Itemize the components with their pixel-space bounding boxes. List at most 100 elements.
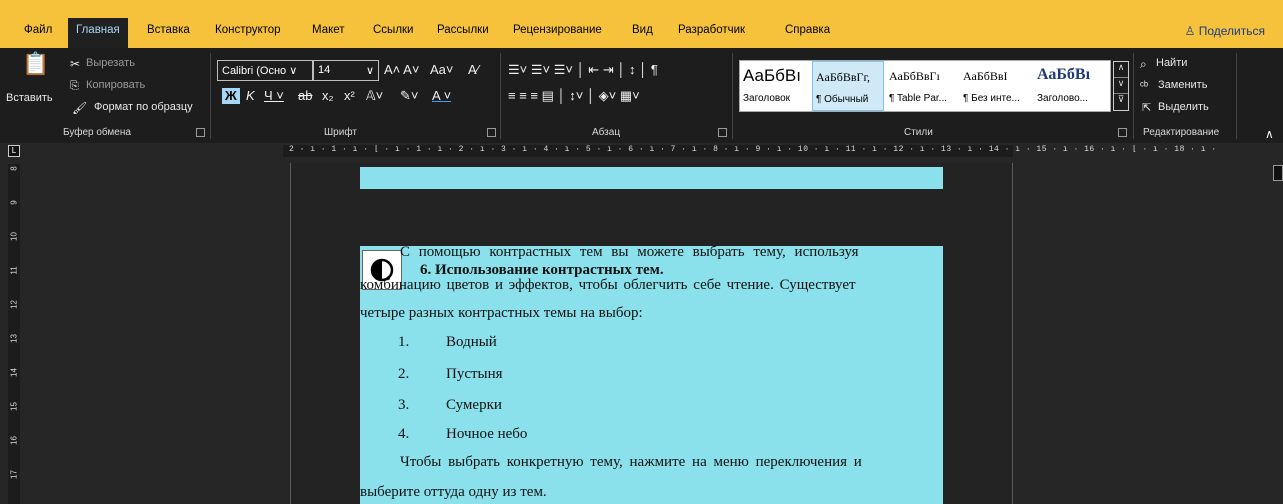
tab-references[interactable]: Ссылки xyxy=(373,24,414,36)
paragraph-line[interactable]: С помощью контрастных тем вы можете выбр… xyxy=(360,244,943,261)
ruler-number: 13 xyxy=(9,334,19,343)
ruler-number: 8 xyxy=(9,166,19,171)
ribbon-tabs: Файл Главная Вставка Конструктор Макет С… xyxy=(0,10,1283,48)
tab-selector-icon[interactable]: L xyxy=(8,145,20,157)
styles-gallery: АаБбВı Заголовок АаБбВвГг, ¶ Обычный АаБ… xyxy=(739,60,1111,112)
paragraph-group-label: Абзац xyxy=(592,127,621,138)
style-normal[interactable]: АаБбВвГг, ¶ Обычный xyxy=(812,61,884,111)
style-name: ¶ Table Par... xyxy=(889,93,947,104)
chevron-down-icon: ∨ xyxy=(289,65,298,77)
tab-home[interactable]: Главная xyxy=(68,18,128,48)
chevron-up-icon[interactable]: ∧ xyxy=(1114,62,1128,78)
paste-icon[interactable]: 📋 xyxy=(22,53,49,75)
chevron-down-icon: ∨ xyxy=(365,65,374,77)
paragraph-line[interactable]: выберите оттуда одну из тем. xyxy=(360,484,943,501)
clipboard-launcher-icon[interactable] xyxy=(196,128,205,137)
paragraph-line[interactable]: Чтобы выбрать конкретную тему, нажмите н… xyxy=(360,454,943,471)
style-heading-2[interactable]: АаБбВı Заголово... xyxy=(1034,61,1110,111)
tab-help[interactable]: Справка xyxy=(785,24,830,36)
cut-button[interactable]: Вырезать xyxy=(86,57,135,69)
strikethrough-icon[interactable]: ab xyxy=(298,88,312,104)
style-preview: АаБбВı xyxy=(1037,66,1091,83)
tab-layout[interactable]: Макет xyxy=(312,24,345,36)
clear-formatting-icon[interactable]: A⁄ xyxy=(468,62,479,78)
divider xyxy=(732,53,733,139)
style-heading[interactable]: АаБбВı Заголовок xyxy=(740,61,812,111)
tab-review[interactable]: Рецензирование xyxy=(513,24,602,36)
style-name: Заголовок xyxy=(743,93,791,104)
ruler-number: 14 xyxy=(9,368,19,377)
copy-icon: ⎘ xyxy=(70,80,79,92)
list-item[interactable]: Пустыня xyxy=(446,366,503,383)
divider xyxy=(1133,53,1134,139)
share-button[interactable]: ♙ Поделиться xyxy=(1185,24,1265,38)
highlight-block xyxy=(360,167,943,189)
list-item[interactable]: Сумерки xyxy=(446,397,502,414)
paragraph-launcher-icon[interactable] xyxy=(718,128,727,137)
format-painter-button[interactable]: Формат по образцу xyxy=(94,101,193,113)
bold-icon[interactable]: Ж xyxy=(222,88,240,104)
divider xyxy=(1236,53,1237,139)
ruler-number: 12 xyxy=(9,300,19,309)
vertical-ruler[interactable]: 8 9 10 11 12 13 14 15 16 17 xyxy=(8,164,20,504)
font-size-select[interactable]: 14 ∨ xyxy=(313,60,379,81)
page-border xyxy=(290,163,291,504)
text-effects-icon[interactable]: 𝔸˅ xyxy=(366,88,383,104)
highlight-icon[interactable]: ✎˅ xyxy=(400,88,418,104)
style-no-spacing[interactable]: АаБбВвI ¶ Без инте... xyxy=(960,61,1032,111)
font-launcher-icon[interactable] xyxy=(487,128,496,137)
italic-icon[interactable]: K xyxy=(246,88,255,104)
editing-group-label: Редактирование xyxy=(1143,127,1220,138)
tab-view[interactable]: Вид xyxy=(632,24,653,36)
bullets-icon[interactable]: ☰˅ ☰˅ ☰˅ │ ⇤ ⇥ │ ↕ │ ¶ xyxy=(508,62,658,78)
ruler-number: 10 xyxy=(9,232,19,241)
horizontal-ruler[interactable]: 2 · ı · 1 · ı · ⌊ · ı · 1 · ı · 2 · ı · … xyxy=(283,145,1216,157)
select-button[interactable]: Выделить xyxy=(1158,101,1209,113)
style-preview: АаБбВвI xyxy=(963,69,1008,83)
underline-icon[interactable]: Ч ˅ xyxy=(264,88,284,104)
style-table-par[interactable]: АаБбВвГı ¶ Table Par... xyxy=(886,61,958,111)
list-item[interactable]: Ночное небо xyxy=(446,426,527,443)
clipboard-group-label: Буфер обмена xyxy=(63,127,131,138)
font-group-label: Шрифт xyxy=(324,127,357,138)
font-name-value: Calibri (Осно xyxy=(222,65,287,77)
styles-scroll[interactable]: ∧ ∨ ⊽ xyxy=(1113,61,1129,111)
list-number: 4. xyxy=(398,426,410,442)
list-number: 2. xyxy=(398,366,410,382)
tab-developer[interactable]: Разработчик xyxy=(678,24,745,36)
scroll-up-icon[interactable] xyxy=(1273,165,1283,181)
subscript-icon[interactable]: x₂ xyxy=(322,88,334,104)
chevron-down-icon[interactable]: ∨ xyxy=(1114,78,1128,94)
quick-access-bar xyxy=(0,0,1283,10)
page-border xyxy=(1012,163,1013,504)
grow-font-icon[interactable]: A˄ A˅ xyxy=(384,62,419,78)
replace-icon: ᶜᵇ xyxy=(1140,80,1149,92)
tab-insert[interactable]: Вставка xyxy=(147,24,190,36)
font-color-icon[interactable]: A ˅ xyxy=(432,88,451,104)
list-item[interactable]: Водный xyxy=(446,334,497,351)
copy-button[interactable]: Копировать xyxy=(86,79,145,91)
font-name-select[interactable]: Calibri (Осно ∨ xyxy=(217,60,313,81)
tab-file[interactable]: Файл xyxy=(24,24,52,36)
ruler-number: 17 xyxy=(9,470,19,479)
change-case-icon[interactable]: Aa˅ xyxy=(430,62,454,78)
paste-button[interactable]: Вставить xyxy=(6,92,53,104)
tab-design[interactable]: Конструктор xyxy=(215,24,281,36)
more-icon[interactable]: ⊽ xyxy=(1114,94,1128,110)
scissors-icon: ✂ xyxy=(70,57,81,71)
replace-button[interactable]: Заменить xyxy=(1158,79,1207,91)
find-button[interactable]: Найти xyxy=(1156,57,1187,69)
divider xyxy=(500,53,501,139)
person-icon: ♙ xyxy=(1184,24,1199,38)
ruler-number: 9 xyxy=(9,200,19,205)
collapse-ribbon-icon[interactable]: ∧ xyxy=(1265,126,1274,142)
paragraph-line[interactable]: четыре разных контрастных темы на выбор: xyxy=(360,305,943,322)
align-icon[interactable]: ≡ ≡ ≡ ▤ │ ↕˅ │ ◈˅ ▦˅ xyxy=(508,88,640,104)
tab-mailings[interactable]: Рассылки xyxy=(437,24,489,36)
paragraph-line[interactable]: комбинацию цветов и эффектов, чтобы обле… xyxy=(360,277,943,294)
font-size-value: 14 xyxy=(318,64,331,76)
list-number: 1. xyxy=(398,334,410,350)
ruler-ticks: 2 · ı · 1 · ı · ⌊ · ı · 1 · ı · 2 · ı · … xyxy=(289,145,1217,154)
styles-launcher-icon[interactable] xyxy=(1118,128,1127,137)
superscript-icon[interactable]: x² xyxy=(344,88,355,104)
